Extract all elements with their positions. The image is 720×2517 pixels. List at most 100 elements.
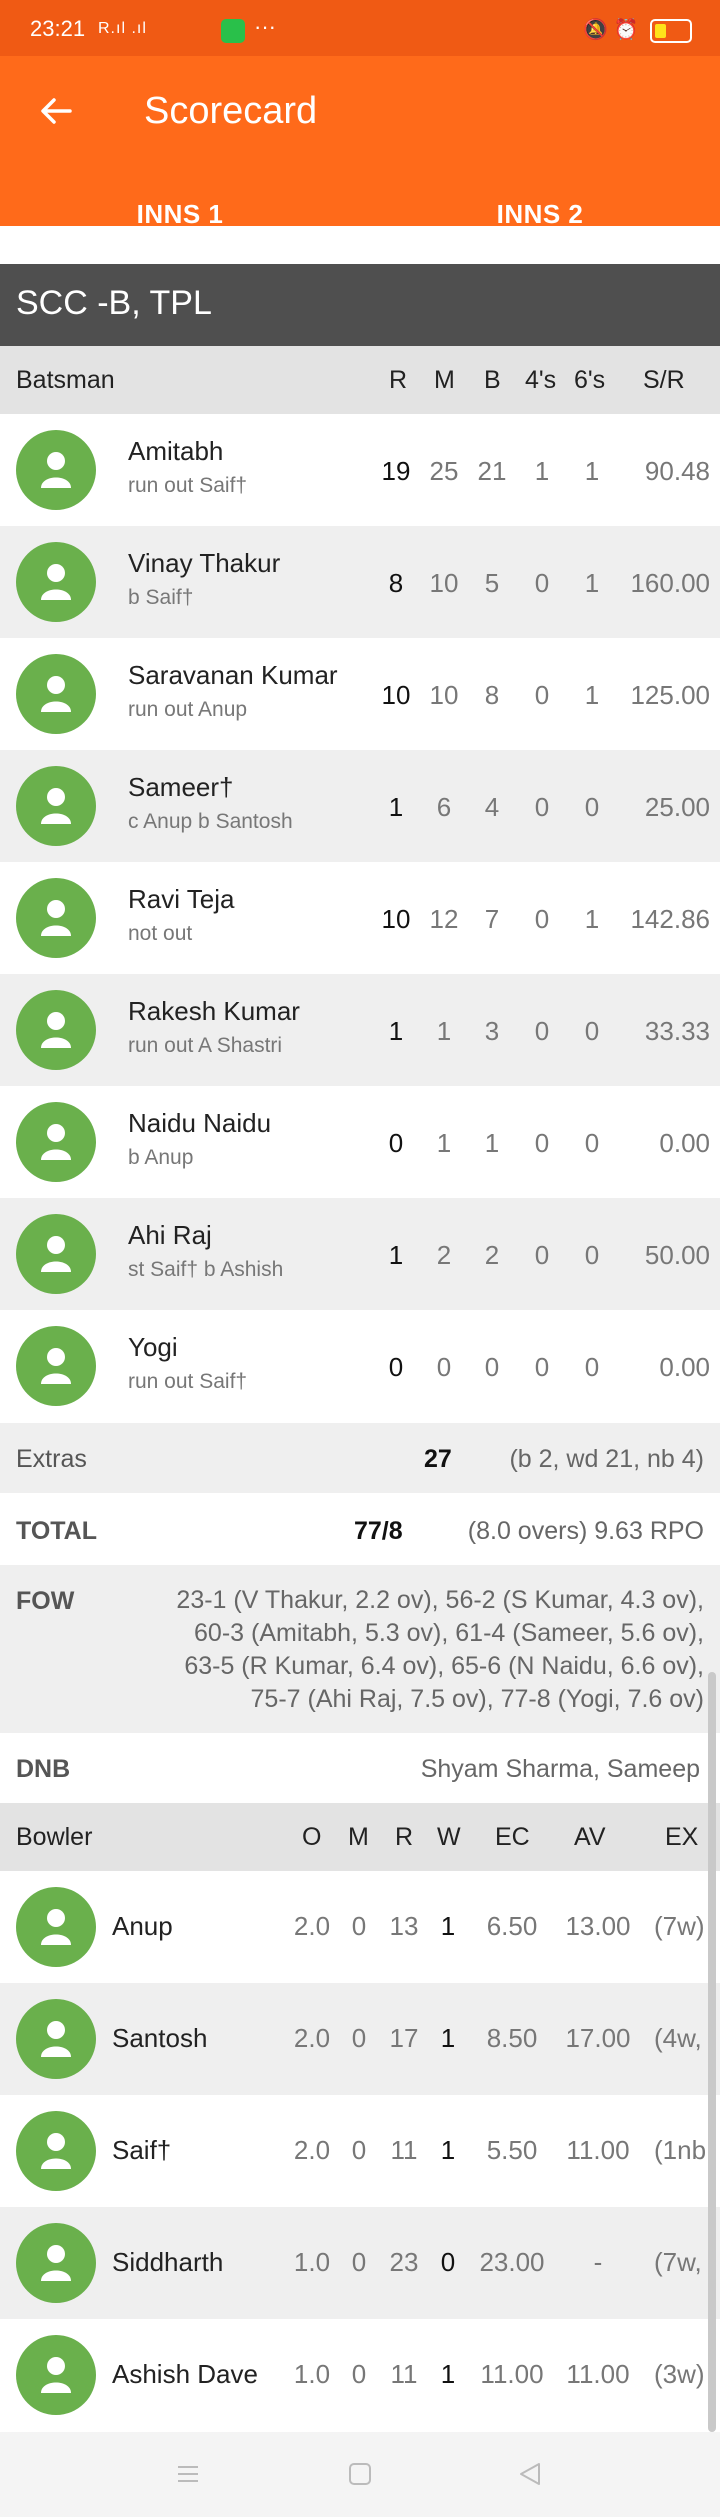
avatar-icon xyxy=(16,2111,96,2191)
bowler-row[interactable]: Siddharth 1.0 0 23 0 23.00- (7w, xyxy=(0,2207,720,2319)
batsman-row[interactable]: Ravi Teja not out 10 12 7 0 1 142.86 xyxy=(0,862,720,974)
bowler-ex: (4w, xyxy=(654,2023,702,2053)
batsman-fours: 1 xyxy=(534,456,550,486)
avatar-icon xyxy=(16,1326,96,1406)
batsman-b: 8 xyxy=(484,680,500,710)
batsman-name: Vinay Thakur xyxy=(128,548,281,578)
batsman-row[interactable]: Rakesh Kumar run out A Shastri 1 1 3 0 0 33.33 xyxy=(0,974,720,1086)
batsman-sr: 0.00 xyxy=(659,1352,710,1382)
batsman-row[interactable]: Naidu Naidu b Anup 0 1 1 0 0 0.00 xyxy=(0,1086,720,1198)
batsman-sr: 25.00 xyxy=(644,792,710,822)
batsman-sixes: 1 xyxy=(584,680,600,710)
home-icon[interactable] xyxy=(348,2462,372,2486)
batsman-sixes: 1 xyxy=(584,456,600,486)
avatar-icon xyxy=(16,766,96,846)
bowler-av: 11.00 xyxy=(566,2135,630,2165)
batsman-m: 10 xyxy=(429,568,459,598)
batsman-b: 4 xyxy=(484,792,500,822)
bowler-row[interactable]: Anup 2.0 0 13 1 6.50 13.00 (7w) xyxy=(0,1871,720,1983)
bowler-column-label: Bowler xyxy=(16,1823,93,1851)
bowler-ex: (3w) xyxy=(654,2359,705,2389)
batsman-sixes: 0 xyxy=(584,792,600,822)
batsman-sixes: 1 xyxy=(584,904,600,934)
fow-label: FOW xyxy=(16,1587,75,1615)
col-extras: EX xyxy=(665,1823,699,1851)
total-row: TOTAL 77/8 (8.0 overs) 9.63 RPO xyxy=(0,1493,720,1565)
batsman-r: 8 xyxy=(388,568,404,598)
batsman-sixes: 0 xyxy=(584,1352,600,1382)
batsman-sixes: 0 xyxy=(584,1016,600,1046)
batsman-fours: 0 xyxy=(534,1240,550,1270)
scrollbar[interactable] xyxy=(708,1672,716,2432)
fow-line: 75-7 (Ahi Raj, 7.5 ov), 77-8 (Yogi, 7.6 … xyxy=(250,1685,704,1713)
app-bar: Scorecard INNS 1 INNS 2 xyxy=(0,56,720,262)
col-minutes: M xyxy=(434,366,455,394)
batsman-row[interactable]: Ahi Raj st Saif† b Ashish 1 2 2 0 0 50.00 xyxy=(0,1198,720,1310)
batsman-r: 0 xyxy=(388,1352,404,1382)
avatar-icon xyxy=(16,1214,96,1294)
bowler-row[interactable]: Ashish Dave 1.0 0 11 1 11.00 11.00 (3w) xyxy=(0,2319,720,2431)
alarm-icon: ⏰ xyxy=(613,19,639,41)
team-name: SCC -B, TPL xyxy=(16,284,212,322)
menu-icon[interactable] xyxy=(176,2462,200,2486)
batsman-sr: 142.86 xyxy=(630,904,710,934)
col-fours: 4's xyxy=(525,366,557,394)
batsman-fours: 0 xyxy=(534,1352,550,1382)
extras-detail: (b 2, wd 21, nb 4) xyxy=(509,1445,704,1473)
bowler-ex: (1nb xyxy=(654,2135,707,2165)
batsman-fours: 0 xyxy=(534,904,550,934)
batting-header: Batsman R M B 4's 6's S/R xyxy=(0,346,720,414)
batsman-sixes: 0 xyxy=(584,1128,600,1158)
tab-inns-1[interactable]: INNS 1 xyxy=(0,199,360,230)
batsman-name: Yogi xyxy=(128,1332,178,1362)
batsman-dismissal: run out A Shastri xyxy=(128,1034,283,1057)
status-bar: 23:21 R.ıl .ıl ··· 🔕 ⏰ xyxy=(0,0,720,56)
batsman-row[interactable]: Saravanan Kumar run out Anup 10 10 8 0 1 125.00 xyxy=(0,638,720,750)
batsman-sr: 125.00 xyxy=(630,680,710,710)
batsman-sixes: 0 xyxy=(584,1240,600,1270)
batsman-row[interactable]: Sameer† c Anup b Santosh 1 6 4 0 0 25.00 xyxy=(0,750,720,862)
fow-line: 60-3 (Amitabh, 5.3 ov), 61-4 (Sameer, 5.… xyxy=(194,1619,704,1647)
batsman-sr: 33.33 xyxy=(644,1016,710,1046)
bowler-name: Santosh xyxy=(112,2023,208,2053)
batsman-dismissal: not out xyxy=(128,922,193,945)
batsman-m: 6 xyxy=(436,792,452,822)
bowler-name: Saif† xyxy=(112,2135,172,2165)
batsman-row[interactable]: Amitabh run out Saif† 19 25 21 1 1 90.48 xyxy=(0,414,720,526)
back-icon[interactable] xyxy=(518,2462,542,2486)
batsman-b: 5 xyxy=(484,568,500,598)
batsman-r: 1 xyxy=(388,1016,404,1046)
extras-value: 27 xyxy=(424,1445,452,1473)
batsman-dismissal: st Saif† b Ashish xyxy=(128,1258,284,1281)
fow-line: 63-5 (R Kumar, 6.4 ov), 65-6 (N Naidu, 6… xyxy=(184,1652,704,1680)
fow-detail: 23-1 (V Thakur, 2.2 ov), 56-2 (S Kumar, … xyxy=(176,1584,704,1716)
bowler-name: Siddharth xyxy=(112,2247,224,2277)
team-header: SCC -B, TPL xyxy=(0,264,720,346)
batsman-dismissal: run out Saif† xyxy=(128,474,248,497)
dnb-value: Shyam Sharma, Sameep xyxy=(420,1755,700,1783)
bowler-av: - xyxy=(593,2247,603,2277)
bowler-av: 17.00 xyxy=(565,2023,631,2053)
batsman-fours: 0 xyxy=(534,680,550,710)
bowling-header: Bowler O M R W EC AV EX xyxy=(0,1803,720,1871)
tab-inns-2[interactable]: INNS 2 xyxy=(360,199,720,230)
batsman-b: 1 xyxy=(484,1128,500,1158)
active-tab-indicator xyxy=(360,257,720,262)
avatar-icon xyxy=(16,878,96,958)
col-sixes: 6's xyxy=(574,366,606,394)
back-arrow-icon[interactable] xyxy=(36,91,76,131)
batsman-name: Amitabh xyxy=(128,436,224,466)
batsman-sr: 0.00 xyxy=(659,1128,710,1158)
batsman-b: 0 xyxy=(484,1352,500,1382)
batsman-row[interactable]: Yogi run out Saif† 0 0 0 0 0 0.00 xyxy=(0,1310,720,1422)
total-label: TOTAL xyxy=(16,1517,98,1545)
batsman-name: Ahi Raj xyxy=(128,1220,212,1250)
avatar-icon xyxy=(16,542,96,622)
bowler-row[interactable]: Saif† 2.0 0 11 1 5.50 11.00 (1nb xyxy=(0,2095,720,2207)
batsman-r: 10 xyxy=(381,680,411,710)
fall-of-wickets-row: FOW 23-1 (V Thakur, 2.2 ov), 56-2 (S Kum… xyxy=(0,1565,720,1733)
bowler-row[interactable]: Santosh 2.0 0 17 1 8.50 17.00 (4w, xyxy=(0,1983,720,2095)
bowler-name: Anup xyxy=(112,1911,173,1941)
batsman-row[interactable]: Vinay Thakur b Saif† 8 10 5 0 1 160.00 xyxy=(0,526,720,638)
status-right: 🔕 ⏰ xyxy=(583,17,692,43)
